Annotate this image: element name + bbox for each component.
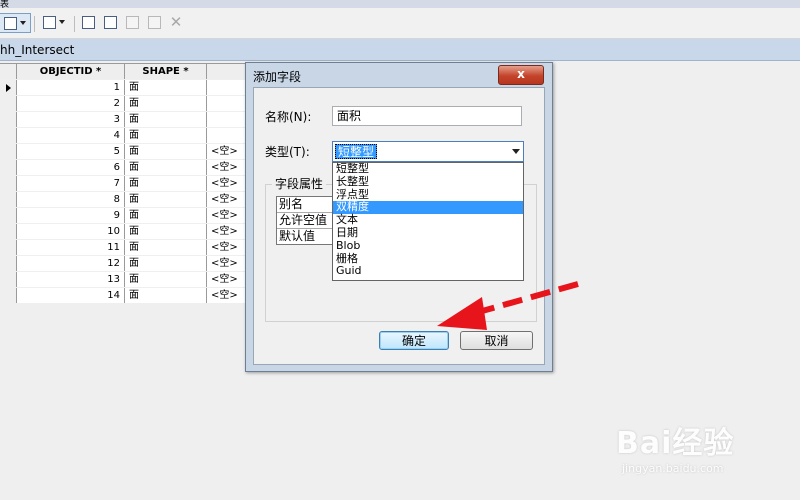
watermark-brand: Bai经验	[616, 426, 735, 461]
arrow-head	[437, 297, 487, 330]
watermark-url: jingyan.baidu.com	[622, 462, 724, 475]
arrow-shaft	[474, 281, 579, 316]
watermark: Bai经验 jingyan.baidu.com	[616, 412, 796, 492]
